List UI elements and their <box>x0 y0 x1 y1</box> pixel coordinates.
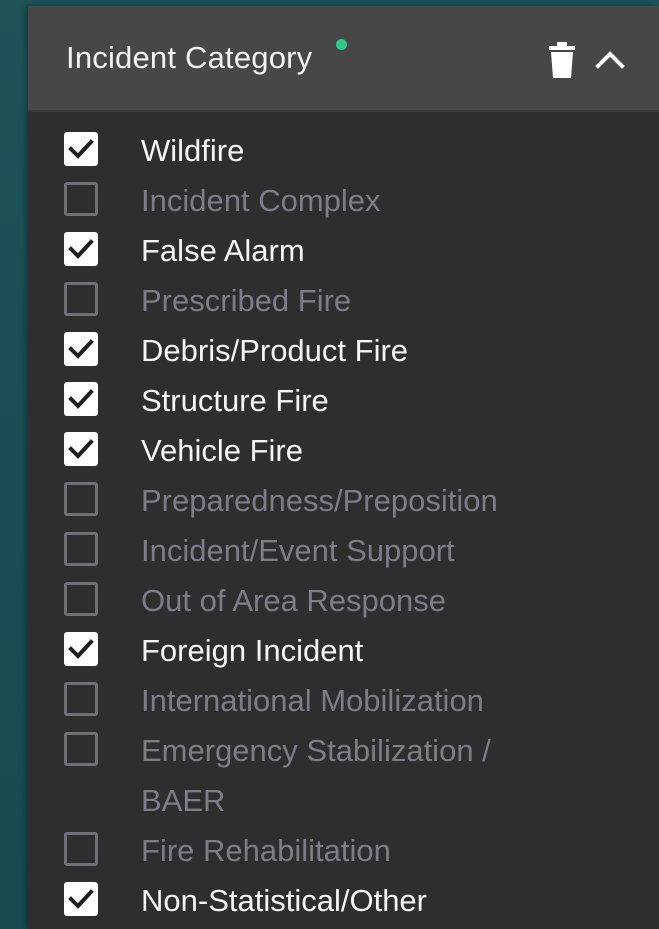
category-label: International Mobilization <box>141 683 484 718</box>
list-item[interactable]: False Alarm <box>28 222 659 272</box>
checkbox[interactable] <box>64 132 98 166</box>
category-label: Out of Area Response <box>141 583 447 618</box>
checkbox[interactable] <box>64 432 98 466</box>
delete-filter-button[interactable] <box>546 42 578 78</box>
panel-header[interactable]: Incident Category <box>28 6 659 112</box>
checkbox[interactable] <box>64 232 98 266</box>
list-item[interactable]: Non-Statistical/Other <box>28 872 659 922</box>
check-icon <box>68 139 94 159</box>
list-item[interactable]: Preparedness/Preposition <box>28 472 659 522</box>
checkbox[interactable] <box>64 832 98 866</box>
list-item[interactable]: Foreign Incident <box>28 622 659 672</box>
list-item[interactable]: Debris/Product Fire <box>28 322 659 372</box>
active-filter-dot <box>336 39 347 50</box>
category-label: Incident/Event Support <box>141 533 455 568</box>
category-label: Emergency Stabilization / BAER <box>141 733 491 818</box>
list-item[interactable]: Incident Complex <box>28 172 659 222</box>
category-label: Wildfire <box>141 133 245 168</box>
checkbox[interactable] <box>64 482 98 516</box>
category-label: Incident Complex <box>141 183 381 218</box>
checkbox[interactable] <box>64 682 98 716</box>
checkbox[interactable] <box>64 632 98 666</box>
list-item[interactable]: Emergency Stabilization / BAER <box>28 722 659 822</box>
list-item[interactable]: Wildfire <box>28 122 659 172</box>
checkbox[interactable] <box>64 882 98 916</box>
list-item[interactable]: Vehicle Fire <box>28 422 659 472</box>
list-item[interactable]: Fire Rehabilitation <box>28 822 659 872</box>
panel-title: Incident Category <box>66 40 313 75</box>
category-label: Preparedness/Preposition <box>141 483 498 518</box>
collapse-button[interactable] <box>591 44 629 74</box>
category-label: Prescribed Fire <box>141 283 352 318</box>
checkbox[interactable] <box>64 732 98 766</box>
category-label: Foreign Incident <box>141 633 364 668</box>
checkbox[interactable] <box>64 282 98 316</box>
category-label: Debris/Product Fire <box>141 333 409 368</box>
checkbox[interactable] <box>64 182 98 216</box>
category-label: Structure Fire <box>141 383 329 418</box>
check-icon <box>68 439 94 459</box>
check-icon <box>68 389 94 409</box>
checkbox[interactable] <box>64 332 98 366</box>
list-item[interactable]: Incident/Event Support <box>28 522 659 572</box>
check-icon <box>68 239 94 259</box>
list-item[interactable]: Structure Fire <box>28 372 659 422</box>
category-label: Non-Statistical/Other <box>141 883 427 918</box>
category-list: Wildfire Incident Complex False Alarm Pr… <box>28 122 659 922</box>
list-item[interactable]: Out of Area Response <box>28 572 659 622</box>
trash-icon <box>549 42 575 78</box>
category-label: Fire Rehabilitation <box>141 833 391 868</box>
check-icon <box>68 639 94 659</box>
checkbox[interactable] <box>64 582 98 616</box>
list-item[interactable]: Prescribed Fire <box>28 272 659 322</box>
incident-category-panel: Incident Category Wildfire Incident Comp… <box>28 6 659 929</box>
category-label: False Alarm <box>141 233 305 268</box>
check-icon <box>68 339 94 359</box>
category-label: Vehicle Fire <box>141 433 303 468</box>
chevron-up-icon <box>595 51 625 69</box>
checkbox[interactable] <box>64 382 98 416</box>
checkbox[interactable] <box>64 532 98 566</box>
list-item[interactable]: International Mobilization <box>28 672 659 722</box>
check-icon <box>68 889 94 909</box>
